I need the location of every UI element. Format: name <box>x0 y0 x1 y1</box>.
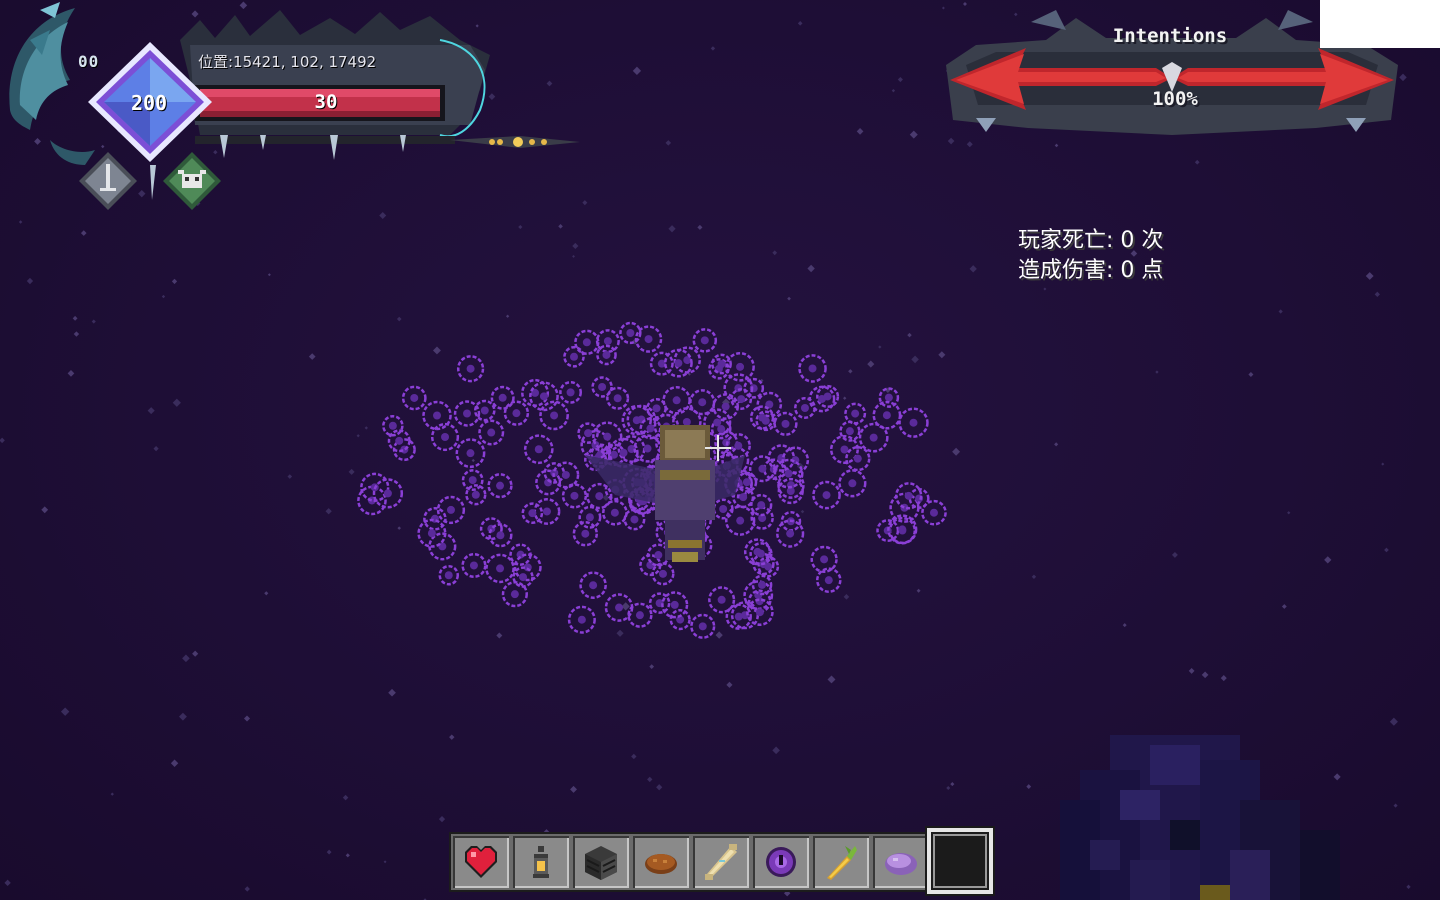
hotbar-slot-2[interactable] <box>513 836 569 888</box>
stone-bricks-icon <box>585 846 617 880</box>
golden-carrot-icon <box>827 846 857 880</box>
boss-name: Intentions <box>1112 25 1228 47</box>
health-value: 30 <box>314 91 338 113</box>
mana-value: 200 <box>130 91 168 115</box>
damage-dealt-stat: 造成伤害: 0 点 <box>1018 258 1164 283</box>
hotbar-slot-4[interactable] <box>633 836 689 888</box>
heart-icon <box>465 846 497 878</box>
purple-cloud-icon <box>885 853 917 875</box>
ender-pearl-icon <box>766 847 796 877</box>
bread-icon <box>645 854 677 874</box>
hotbar-slot-3[interactable] <box>573 836 629 888</box>
player-deaths-stat: 玩家死亡: 0 次 <box>1018 228 1164 253</box>
boss-health-percent: 100% <box>1152 88 1198 110</box>
bone-icon <box>705 844 737 880</box>
hotbar-slot-6[interactable] <box>753 836 809 888</box>
crosshair-icon <box>705 435 731 461</box>
dragon-ornament <box>9 2 95 165</box>
overlay-patch <box>1320 0 1440 48</box>
level-label: 00 <box>78 52 100 71</box>
hotbar <box>449 832 993 892</box>
hotbar-slot-8[interactable] <box>873 836 929 888</box>
hotbar-slot-7[interactable] <box>813 836 869 888</box>
cow-icon <box>163 152 221 210</box>
lantern-icon <box>533 846 549 878</box>
game-scene: 00 位置:15421, 102, 17492 200 30 Intention… <box>0 0 1440 900</box>
hotbar-slot-5[interactable] <box>693 836 749 888</box>
position-readout: 位置:15421, 102, 17492 <box>198 53 377 71</box>
hotbar-slot-1[interactable] <box>453 836 509 888</box>
hotbar-slot-selected[interactable] <box>925 826 995 896</box>
